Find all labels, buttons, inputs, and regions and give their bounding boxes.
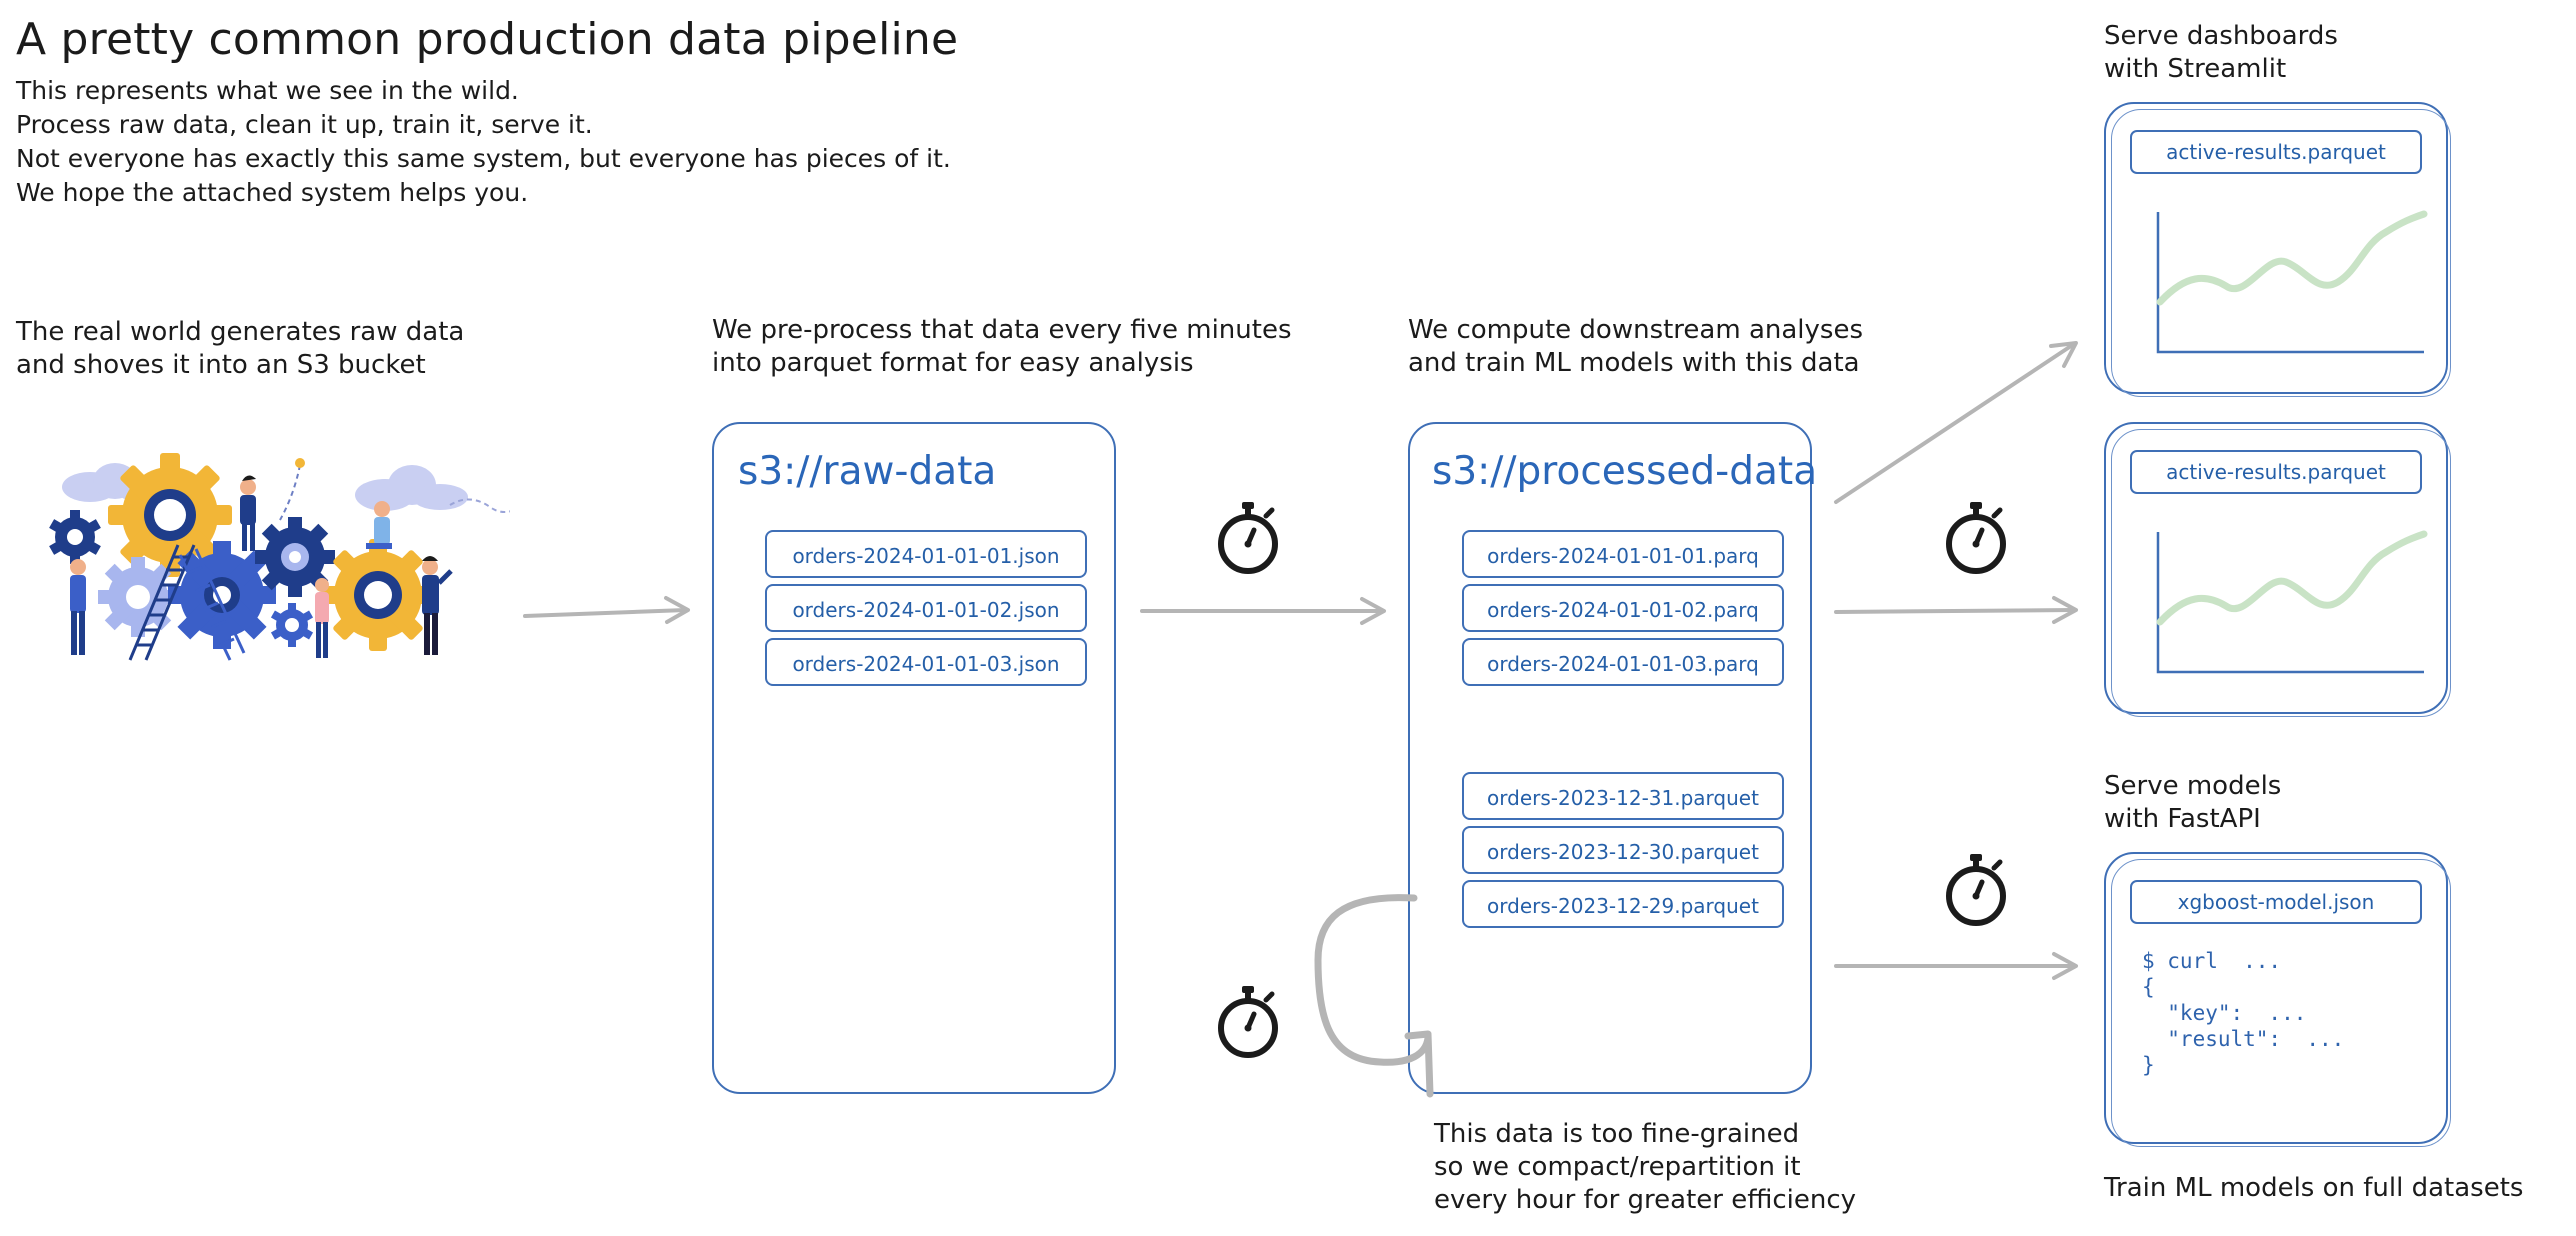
arrow-to-dashboard-2 [1834, 608, 2076, 614]
stopwatch-icon [1218, 986, 1278, 1058]
arrow-to-dashboard-1 [1834, 342, 2076, 504]
flow-arrows [523, 341, 2078, 1098]
stopwatch-icon [1946, 502, 2006, 574]
stopwatch-icon [1946, 854, 2006, 926]
stopwatch-icon [1218, 502, 1278, 574]
arrow-world-to-raw [523, 608, 688, 618]
pipeline-diagram: A pretty common production data pipeline… [0, 0, 2576, 1236]
